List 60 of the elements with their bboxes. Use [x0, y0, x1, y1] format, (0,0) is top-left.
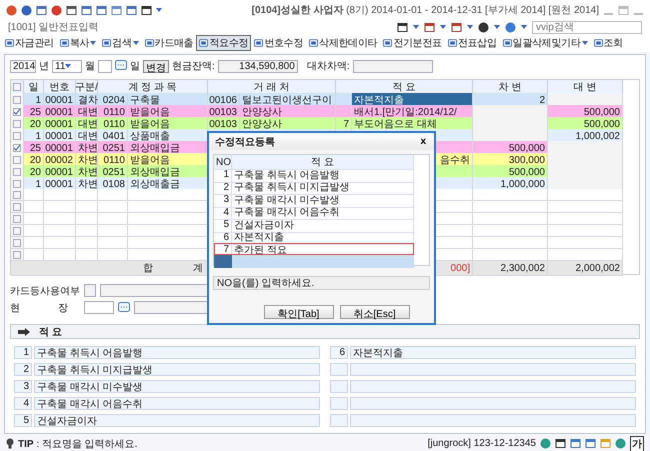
toolbar-button[interactable]: 전기분전표 — [380, 35, 445, 51]
year-label: 년 — [39, 60, 49, 73]
summary-row[interactable]: 5 건설자금이자 — [214, 218, 414, 230]
user-info: [jungrock] 123-12-12345 — [428, 438, 536, 449]
close-button[interactable]: x — [418, 136, 428, 147]
toolbar-button[interactable]: 검색 — [99, 35, 142, 51]
summary-row[interactable]: 7 추가된 적요 — [214, 242, 414, 255]
toolbar-button[interactable]: 일괄삭제및기타 — [500, 35, 590, 51]
summary-field[interactable]: 자본적지출 — [350, 346, 636, 359]
summary-field[interactable]: 구축물 취득시 어음발행 — [34, 346, 320, 359]
difference-label: 대차차액: — [306, 60, 350, 73]
change-button[interactable]: 변경 — [143, 60, 169, 72]
screen-title: [1001] 일반전표입력 — [8, 21, 99, 34]
toolbar-button[interactable]: 적요수정 — [196, 35, 252, 51]
summary-number: 6 — [330, 346, 348, 359]
table-cell: 2,300,002 — [473, 261, 548, 276]
summary-number: 3 — [14, 380, 32, 393]
summary-row[interactable]: 6 자본적지출 — [214, 230, 414, 242]
summary-title: 적 요 — [39, 326, 62, 338]
input-mode-button[interactable]: 가 — [630, 436, 644, 451]
window-title: [0104]성실한 사업자 (8기) 2014-01-01 - 2014-12-31 [부가세 2014] [원천 2014] — [252, 4, 599, 17]
toolbar-button[interactable]: 삭제한데이타 — [306, 35, 380, 51]
total-label: 계 — [193, 262, 203, 275]
year-field[interactable]: 2014 — [10, 60, 36, 72]
toolbar-button[interactable]: 카드매출 — [142, 35, 196, 51]
cash-field: 134,590,800 — [218, 60, 298, 72]
summary-row[interactable]: 4 구축물 매각시 어음수취 — [214, 205, 414, 218]
column-header: 적 요 — [232, 155, 414, 170]
summary-field[interactable]: 구축물 취득시 미지급발생 — [34, 363, 320, 376]
column-header: NO — [214, 155, 232, 170]
tip-text: TIP : 적요명을 입력하세요. — [18, 438, 138, 450]
summary-field[interactable]: 구축물 매각시 미수발생 — [34, 380, 320, 393]
summary-row[interactable]: 3 구축물 매각시 미수발생 — [214, 192, 414, 205]
summary-number: 1 — [14, 346, 32, 359]
message-field: NO을(를) 입력하세요. — [213, 276, 430, 290]
summary-number: 5 — [14, 414, 32, 427]
toolbar-button[interactable]: 자금관리 — [2, 35, 57, 51]
summary-row[interactable]: 2 구축물 취득시 미지급발생 — [214, 180, 414, 192]
summary-field[interactable]: 구축물 매각시 어음수취 — [34, 397, 320, 410]
summary-row[interactable]: 1 구축물 취득시 어음발행 — [214, 168, 414, 180]
toolbar-button[interactable]: 번호수정 — [251, 35, 306, 51]
cash-label: 현금잔액: — [172, 60, 215, 73]
toolbar-button[interactable]: 복사 — [56, 35, 100, 51]
search-field[interactable]: vvip검색 — [532, 20, 642, 34]
cancel-button[interactable]: 취소[Esc] — [340, 305, 410, 319]
total-label: 합 — [143, 262, 153, 275]
toolbar-button[interactable]: 전표삽입 — [444, 35, 500, 51]
dialog-title: 수정적요등록 — [215, 136, 275, 148]
day-label: 일 — [130, 60, 140, 73]
site-label: 현 — [10, 302, 20, 314]
month-label: 월 — [85, 60, 95, 73]
confirm-button[interactable]: 확인[Tab] — [264, 305, 334, 319]
summary-field[interactable]: 건설자금이자 — [34, 414, 320, 427]
toolbar-button[interactable]: 조회 — [590, 35, 626, 51]
month-dropdown[interactable]: 11 — [52, 60, 82, 72]
summary-number: 4 — [14, 397, 32, 410]
summary-number: 2 — [14, 363, 32, 376]
card-usage-label: 카드등사용여부 — [10, 284, 80, 298]
site-label: 장 — [58, 302, 68, 314]
table-cell: 2,000,002 — [548, 261, 623, 276]
